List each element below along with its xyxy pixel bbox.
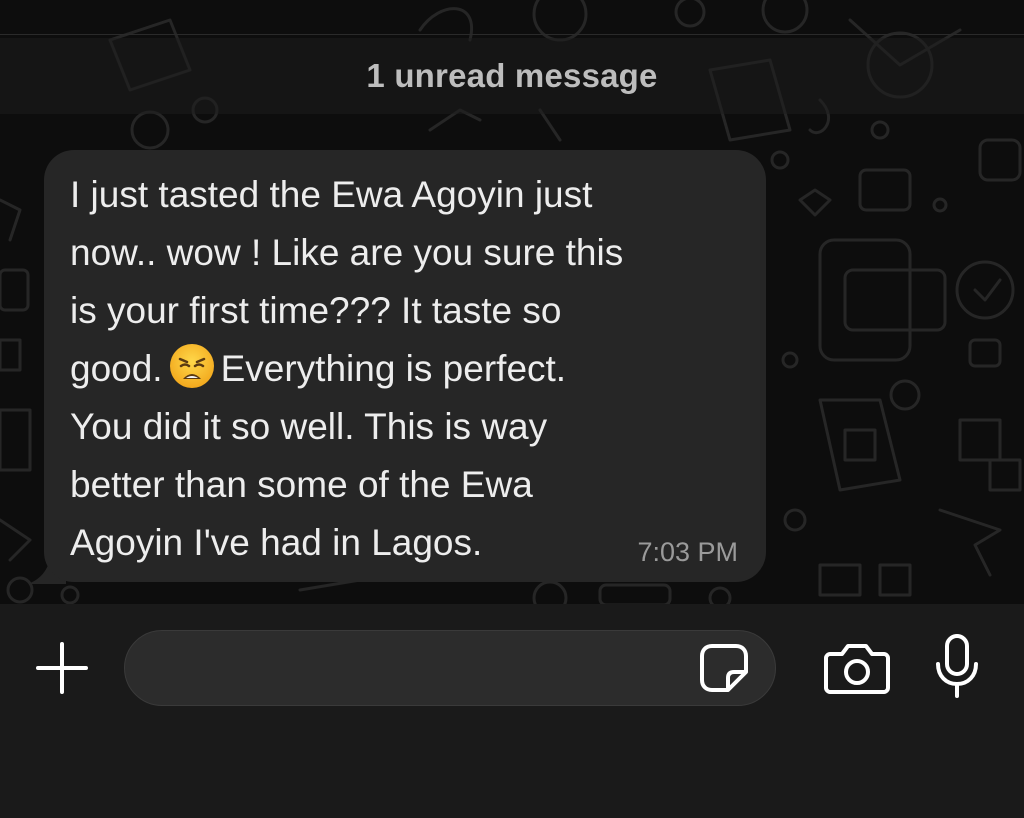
chat-screen: 1 unread message I just tasted the Ewa A…: [0, 0, 1024, 818]
message-timestamp: 7:03 PM: [637, 537, 738, 567]
plus-icon: [36, 642, 88, 694]
message-input[interactable]: [124, 630, 776, 706]
message-line-segment: Everything is perfect.: [220, 348, 567, 389]
sticker-icon: [700, 644, 748, 692]
message-line: Agoyin I've had in Lagos.: [70, 522, 483, 563]
voice-message-button[interactable]: [932, 632, 982, 702]
message-line: better than some of the Ewa: [70, 464, 533, 505]
top-divider: [0, 34, 1024, 35]
message-line: You did it so well. This is way: [70, 406, 548, 447]
incoming-message-bubble[interactable]: I just tasted the Ewa Agoyin just now.. …: [44, 150, 766, 582]
add-attachment-button[interactable]: [34, 640, 90, 696]
microphone-icon: [936, 634, 978, 698]
message-line-segment: good.: [70, 348, 163, 389]
message-text: I just tasted the Ewa Agoyin just now.. …: [70, 166, 736, 572]
message-line: is your first time??? It taste so: [70, 290, 562, 331]
message-line: now.. wow ! Like are you sure this: [70, 232, 624, 273]
chat-area[interactable]: 1 unread message I just tasted the Ewa A…: [0, 0, 1024, 604]
sticker-button[interactable]: [698, 642, 750, 694]
unread-banner: 1 unread message: [0, 38, 1024, 114]
unread-label: 1 unread message: [366, 57, 658, 94]
message-line: I just tasted the Ewa Agoyin just: [70, 174, 593, 215]
camera-icon: [824, 644, 890, 694]
message-line-with-emoji: good. Everything is perfect.: [70, 340, 736, 398]
weary-face-emoji-icon: [169, 344, 214, 388]
camera-button[interactable]: [822, 640, 892, 696]
